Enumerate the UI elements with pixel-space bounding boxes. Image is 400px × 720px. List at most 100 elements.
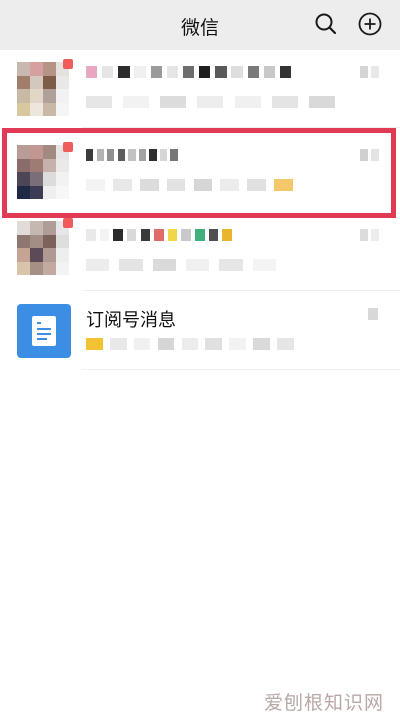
chat-time-blurred	[360, 149, 382, 161]
blur-pixel	[99, 229, 110, 241]
avatar-tile	[43, 221, 56, 235]
avatar-tile	[56, 172, 69, 186]
blur-pixel	[140, 229, 151, 241]
avatar-tile	[56, 185, 69, 199]
blur-pixel	[107, 149, 115, 161]
blur-pixel	[220, 179, 240, 191]
group-avatar	[17, 218, 73, 275]
avatar-tile	[17, 89, 30, 103]
avatar-tile	[30, 185, 43, 199]
blur-pixel	[86, 259, 110, 271]
blur-pixel	[193, 179, 213, 191]
avatar-tile	[43, 145, 56, 159]
avatar-tile	[30, 75, 43, 89]
blur-pixel	[208, 229, 219, 241]
avatar-tile	[30, 234, 43, 248]
blur-pixel	[360, 229, 368, 241]
chat-item-3[interactable]	[0, 215, 400, 291]
blur-pixel	[247, 66, 259, 78]
avatar-tile	[17, 234, 30, 248]
blur-pixel	[371, 66, 379, 78]
chat-time-blurred	[360, 229, 382, 241]
search-icon[interactable]	[313, 11, 339, 37]
blur-pixel	[157, 338, 175, 350]
divider	[82, 290, 400, 291]
avatar-tile	[56, 261, 69, 275]
blur-pixel	[154, 229, 164, 241]
blur-pixel	[117, 149, 126, 161]
blur-pixel	[126, 229, 137, 241]
avatar-tile	[43, 248, 56, 262]
blur-pixel	[222, 229, 232, 241]
avatar-tile	[43, 62, 56, 76]
divider	[82, 369, 400, 370]
avatar-tile	[17, 248, 30, 262]
blur-pixel	[215, 66, 227, 78]
blur-pixel	[181, 229, 191, 241]
blur-pixel	[167, 229, 178, 241]
unread-badge	[63, 59, 73, 69]
watermark-text: 爱刨根知识网	[264, 692, 385, 714]
blur-pixel	[360, 149, 368, 161]
avatar-tile	[30, 158, 43, 172]
avatar-tile	[43, 172, 56, 186]
blur-pixel	[86, 149, 94, 161]
divider	[82, 127, 400, 128]
chat-time-blurred	[360, 66, 382, 78]
blur-pixel	[274, 179, 293, 191]
blur-pixel	[371, 229, 379, 241]
blur-pixel	[109, 338, 127, 350]
avatar-tile	[43, 75, 56, 89]
blur-pixel	[231, 66, 243, 78]
chat-time-blurred	[368, 308, 382, 320]
blur-pixel	[247, 179, 267, 191]
blur-pixel	[308, 96, 335, 108]
chat-item-subscriptions[interactable]: 订阅号消息	[0, 292, 400, 370]
avatar-tile	[17, 172, 30, 186]
chat-name-blurred	[86, 149, 181, 161]
avatar-tile	[56, 102, 69, 116]
avatar-tile	[56, 248, 69, 262]
blur-pixel	[253, 338, 270, 350]
plus-circle-icon[interactable]	[357, 11, 383, 37]
blur-pixel	[133, 338, 151, 350]
avatar-tile	[17, 75, 30, 89]
blur-pixel	[277, 338, 294, 350]
avatar-tile	[56, 234, 69, 248]
blur-pixel	[195, 229, 205, 241]
blur-pixel	[159, 149, 168, 161]
unread-badge	[63, 142, 73, 152]
blur-pixel	[205, 338, 223, 350]
avatar-tile	[17, 62, 30, 76]
blur-pixel	[186, 259, 210, 271]
blur-pixel	[102, 66, 114, 78]
avatar-tile	[17, 261, 30, 275]
chat-preview-blurred	[86, 259, 286, 271]
blur-pixel	[229, 338, 247, 350]
blur-pixel	[252, 259, 276, 271]
blur-pixel	[86, 66, 98, 78]
group-avatar	[17, 59, 73, 116]
blur-pixel	[219, 259, 243, 271]
avatar-tile	[56, 89, 69, 103]
blur-pixel	[139, 179, 159, 191]
avatar-tile	[30, 248, 43, 262]
group-avatar	[17, 142, 73, 199]
avatar-tile	[30, 221, 43, 235]
chat-item-2[interactable]	[0, 133, 400, 209]
avatar-tile	[17, 145, 30, 159]
avatar-tile	[43, 158, 56, 172]
avatar-tile	[30, 62, 43, 76]
avatar-tile	[56, 158, 69, 172]
avatar-tile	[30, 89, 43, 103]
chat-item-1[interactable]	[0, 52, 400, 128]
blur-pixel	[166, 179, 186, 191]
blur-pixel	[86, 338, 103, 350]
avatar-tile	[30, 172, 43, 186]
avatar-tile	[17, 185, 30, 199]
blur-pixel	[119, 259, 143, 271]
blur-pixel	[181, 338, 199, 350]
blur-pixel	[170, 149, 178, 161]
chat-name-blurred	[86, 229, 236, 241]
blur-pixel	[271, 96, 298, 108]
